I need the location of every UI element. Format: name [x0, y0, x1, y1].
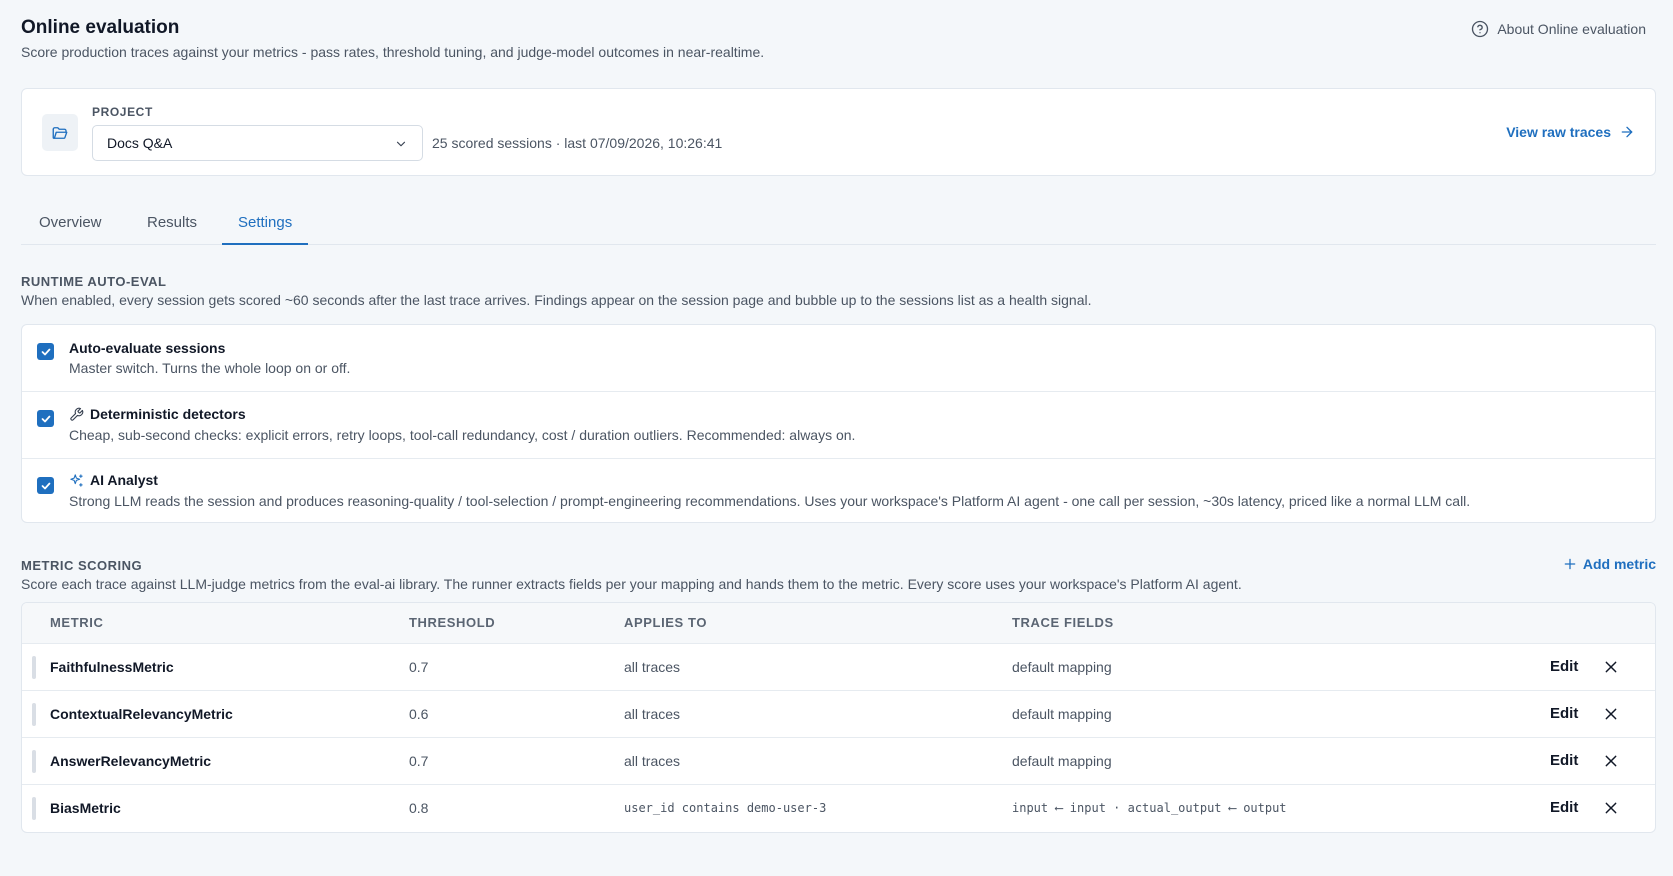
folder-open-icon: [52, 126, 68, 139]
project-select[interactable]: Docs Q&A: [92, 125, 423, 161]
page-title: Online evaluation: [21, 17, 180, 38]
auto-evaluate-title: Auto-evaluate sessions: [69, 340, 225, 356]
metric-name: AnswerRelevancyMetric: [50, 753, 212, 769]
metric-table: METRIC THRESHOLD APPLIES TO TRACE FIELDS…: [21, 602, 1656, 833]
column-header-trace-fields: TRACE FIELDS: [1012, 615, 1114, 630]
ai-analyst-title-text: AI Analyst: [90, 472, 158, 488]
deterministic-detectors-checkbox[interactable]: [37, 410, 54, 427]
edit-metric-button[interactable]: Edit: [1550, 752, 1578, 769]
table-header-row: METRIC THRESHOLD APPLIES TO TRACE FIELDS: [22, 603, 1655, 644]
column-header-threshold: THRESHOLD: [409, 615, 496, 630]
setting-ai-analyst: AI Analyst Strong LLM reads the session …: [22, 458, 1655, 524]
metric-trace-fields: default mapping: [1012, 706, 1112, 722]
check-icon: [41, 482, 50, 489]
row-indicator: [32, 797, 36, 820]
deterministic-detectors-title-text: Deterministic detectors: [90, 406, 246, 422]
about-link[interactable]: About Online evaluation: [1471, 20, 1646, 38]
check-icon: [41, 348, 50, 355]
auto-evaluate-checkbox[interactable]: [37, 343, 54, 360]
auto-evaluate-description: Master switch. Turns the whole loop on o…: [69, 360, 351, 376]
page-header: Online evaluation Score production trace…: [21, 0, 1656, 88]
page-subtitle: Score production traces against your met…: [21, 44, 765, 60]
about-label: About Online evaluation: [1497, 21, 1646, 37]
view-raw-traces-link[interactable]: View raw traces: [1506, 124, 1635, 140]
arrow-right-icon: [1621, 126, 1633, 138]
tab-results[interactable]: Results: [147, 214, 197, 245]
project-select-value: Docs Q&A: [107, 135, 173, 151]
tab-bar: Overview Results Settings: [21, 204, 1656, 245]
deterministic-detectors-description: Cheap, sub-second checks: explicit error…: [69, 427, 856, 443]
close-icon[interactable]: [1603, 706, 1619, 722]
sparkles-icon: [70, 473, 83, 487]
column-header-metric: METRIC: [50, 615, 104, 630]
metric-scoring-section-title: METRIC SCORING: [21, 558, 143, 573]
metric-applies-to: all traces: [624, 659, 681, 675]
close-icon[interactable]: [1603, 800, 1619, 816]
runtime-settings-card: Auto-evaluate sessions Master switch. Tu…: [21, 324, 1656, 523]
edit-metric-button[interactable]: Edit: [1550, 799, 1578, 816]
ai-analyst-description: Strong LLM reads the session and produce…: [69, 493, 1471, 509]
project-card: PROJECT Docs Q&A 25 scored sessions · la…: [21, 88, 1656, 176]
close-icon[interactable]: [1603, 659, 1619, 675]
table-row: AnswerRelevancyMetric 0.7 all traces def…: [22, 738, 1655, 785]
metric-applies-to: all traces: [624, 753, 681, 769]
edit-metric-button[interactable]: Edit: [1550, 658, 1578, 675]
metric-trace-fields: default mapping: [1012, 753, 1112, 769]
view-raw-traces-label: View raw traces: [1506, 124, 1611, 140]
table-row: ContextualRelevancyMetric 0.6 all traces…: [22, 691, 1655, 738]
tab-overview[interactable]: Overview: [39, 214, 102, 245]
project-meta: 25 scored sessions · last 07/09/2026, 10…: [432, 135, 723, 151]
row-indicator: [32, 703, 36, 726]
setting-deterministic-detectors: Deterministic detectors Cheap, sub-secon…: [22, 391, 1655, 458]
ai-analyst-checkbox[interactable]: [37, 477, 54, 494]
check-icon: [41, 415, 50, 422]
deterministic-detectors-title: Deterministic detectors: [69, 406, 246, 422]
edit-metric-button[interactable]: Edit: [1550, 705, 1578, 722]
metric-trace-fields: default mapping: [1012, 659, 1112, 675]
online-evaluation-page: Online evaluation Score production trace…: [21, 0, 1656, 833]
metric-name: ContextualRelevancyMetric: [50, 706, 233, 722]
wrench-icon: [70, 407, 84, 421]
metric-threshold: 0.7: [409, 659, 429, 675]
metric-name: BiasMetric: [50, 800, 121, 816]
add-metric-label: Add metric: [1582, 556, 1656, 572]
metric-applies-to: all traces: [624, 706, 681, 722]
plus-icon: [1564, 558, 1576, 570]
project-folder-badge: [42, 114, 78, 151]
project-label: PROJECT: [92, 105, 153, 119]
metric-threshold: 0.6: [409, 706, 429, 722]
chevron-down-icon: [396, 141, 406, 147]
metric-scoring-section-description: Score each trace against LLM-judge metri…: [21, 576, 1242, 592]
metric-threshold: 0.8: [409, 800, 429, 816]
metric-name: FaithfulnessMetric: [50, 659, 174, 675]
ai-analyst-title: AI Analyst: [69, 472, 158, 488]
runtime-section-description: When enabled, every session gets scored …: [21, 292, 1092, 308]
auto-evaluate-title-text: Auto-evaluate sessions: [69, 340, 226, 356]
runtime-section-title: RUNTIME AUTO-EVAL: [21, 274, 167, 289]
row-indicator: [32, 750, 36, 773]
metric-trace-fields: input ⟵ input · actual_output ⟵ output: [1012, 801, 1287, 815]
metric-threshold: 0.7: [409, 753, 429, 769]
metric-applies-to: user_id contains demo-user-3: [624, 801, 827, 815]
table-row: BiasMetric 0.8 user_id contains demo-use…: [22, 785, 1655, 832]
table-row: FaithfulnessMetric 0.7 all traces defaul…: [22, 644, 1655, 691]
column-header-applies-to: APPLIES TO: [624, 615, 708, 630]
row-indicator: [32, 656, 36, 679]
add-metric-button[interactable]: Add metric: [1563, 556, 1656, 572]
setting-auto-evaluate: Auto-evaluate sessions Master switch. Tu…: [22, 325, 1655, 391]
help-circle-icon: [1472, 20, 1489, 38]
close-icon[interactable]: [1603, 753, 1619, 769]
tab-settings[interactable]: Settings: [222, 214, 309, 245]
